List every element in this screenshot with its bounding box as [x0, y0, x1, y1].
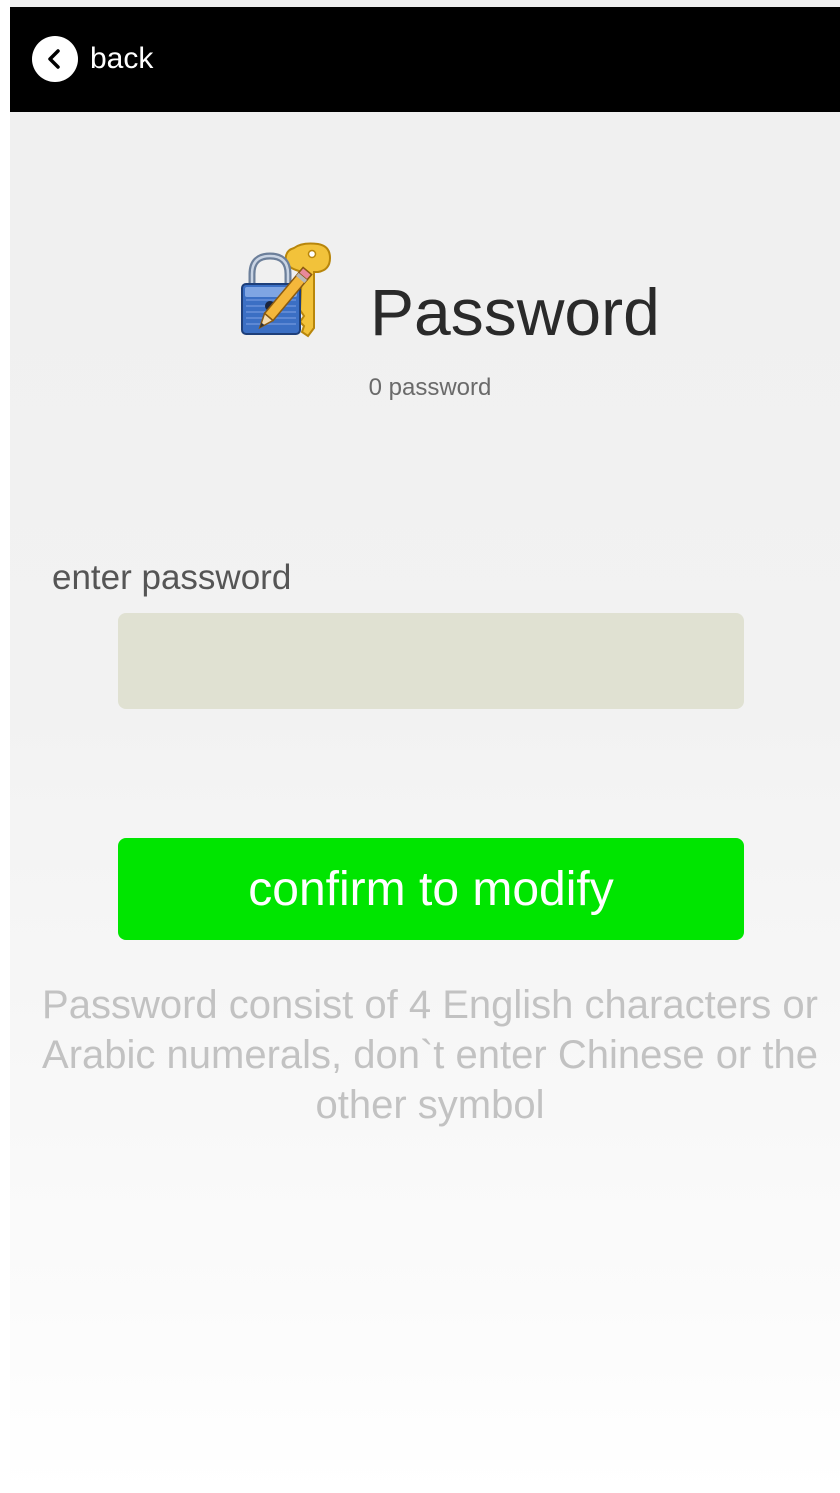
password-count: 0 password	[368, 374, 492, 401]
chevron-left-icon	[32, 36, 78, 82]
back-button[interactable]: back	[32, 35, 153, 83]
enter-password-label: enter password	[52, 558, 292, 597]
password-screen: back Password 0 password enter password …	[10, 0, 840, 1493]
confirm-modify-button[interactable]: confirm to modify	[118, 838, 744, 940]
password-input[interactable]	[118, 613, 744, 709]
page-title: Password	[370, 275, 660, 349]
password-hint-text: Password consist of 4 English characters…	[42, 983, 818, 1127]
lock-key-pencil-icon	[232, 240, 332, 344]
header-bar: back	[10, 7, 840, 112]
back-label: back	[90, 42, 154, 75]
